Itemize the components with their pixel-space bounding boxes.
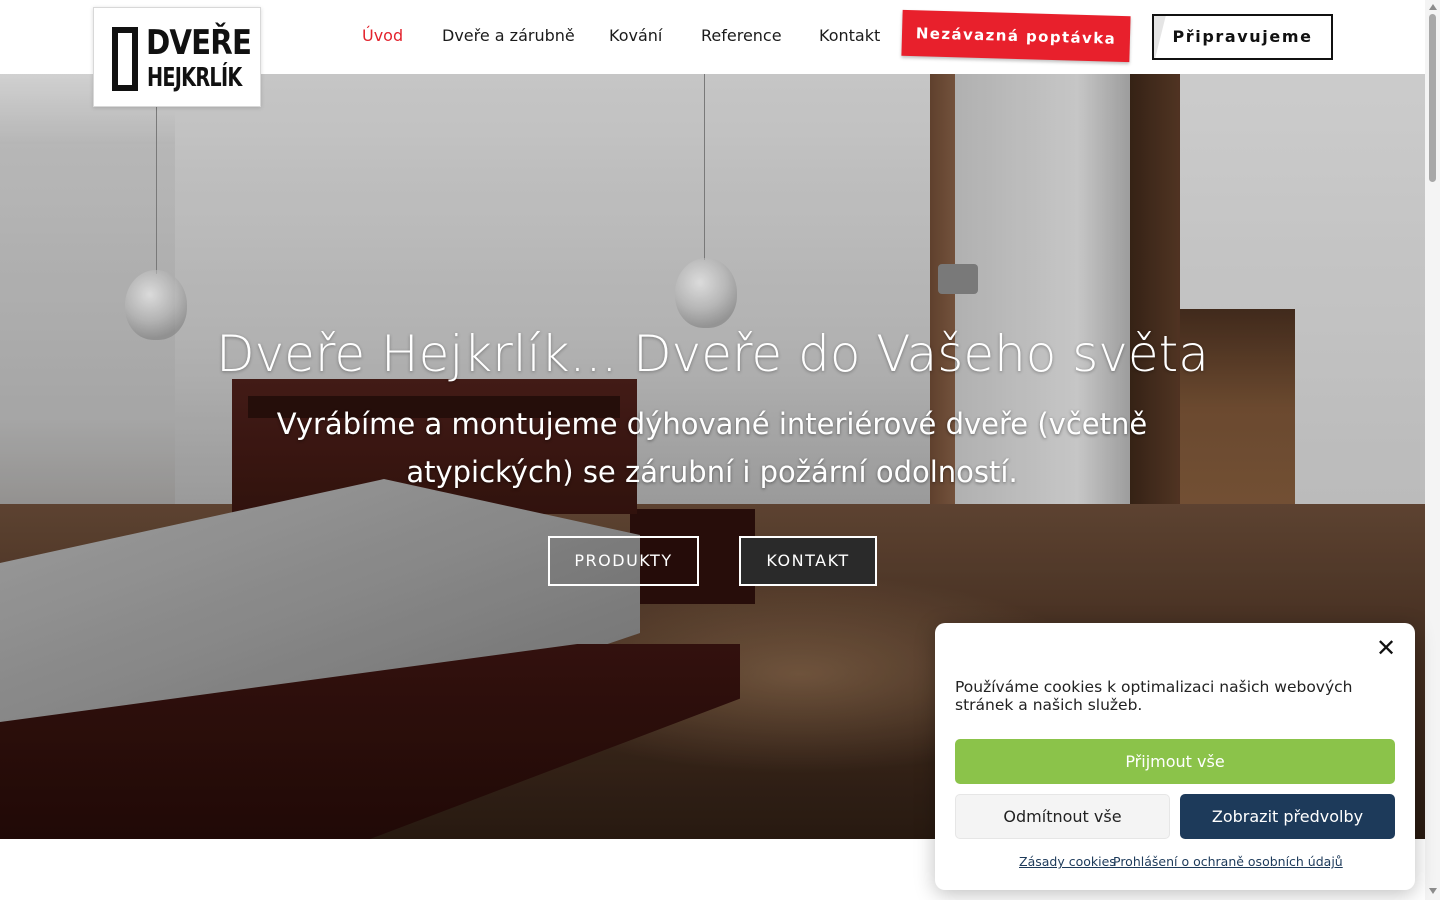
logo-text-line2: HEJKRLÍK [147, 63, 242, 93]
door-logo-icon [112, 27, 138, 91]
accept-all-button[interactable]: Přijmout vše [955, 739, 1395, 784]
nav-item-reference[interactable]: Reference [701, 24, 782, 48]
privacy-policy-link[interactable]: Prohlášení o ochraně osobních údajů [1113, 854, 1343, 869]
coming-soon-label: Připravujeme [1172, 27, 1313, 46]
deny-all-button[interactable]: Odmítnout vše [955, 794, 1170, 839]
logo-text-line1: DVEŘE [146, 23, 252, 63]
cookie-message: Používáme cookies k optimalizaci našich … [955, 678, 1353, 714]
scrollbar-thumb[interactable] [1429, 14, 1436, 182]
cookie-consent-dialog: ✕ Používáme cookies k optimalizaci našic… [935, 623, 1415, 890]
quote-request-button[interactable]: Nezávazná poptávka [901, 9, 1131, 63]
nav-item-dvere-a-zarubne[interactable]: Dveře a zárubně [442, 24, 575, 48]
scroll-up-arrow-icon[interactable] [1429, 4, 1437, 10]
cookie-policy-link[interactable]: Zásady cookies [1019, 854, 1116, 869]
page-scrollbar[interactable] [1425, 0, 1440, 900]
scroll-down-arrow-icon[interactable] [1429, 888, 1437, 894]
hero-title: Dveře Hejkrlík... Dveře do Vašeho světa [216, 325, 1209, 383]
close-icon[interactable]: ✕ [1375, 636, 1397, 660]
site-logo[interactable]: DVEŘE HEJKRLÍK [93, 7, 261, 107]
contact-button[interactable]: KONTAKT [739, 536, 877, 586]
nav-item-kovani[interactable]: Kování [609, 24, 662, 48]
coming-soon-button[interactable]: Připravujeme [1152, 14, 1333, 60]
nav-item-kontakt[interactable]: Kontakt [819, 24, 880, 48]
page: Dveře Hejkrlík... Dveře do Vašeho světa … [0, 0, 1440, 900]
nav-item-uvod[interactable]: Úvod [362, 24, 403, 48]
show-preferences-button[interactable]: Zobrazit předvolby [1180, 794, 1395, 839]
products-button[interactable]: PRODUKTY [548, 536, 699, 586]
hero-subtitle: Vyrábíme a montujeme dýhované interiérov… [276, 407, 1148, 489]
